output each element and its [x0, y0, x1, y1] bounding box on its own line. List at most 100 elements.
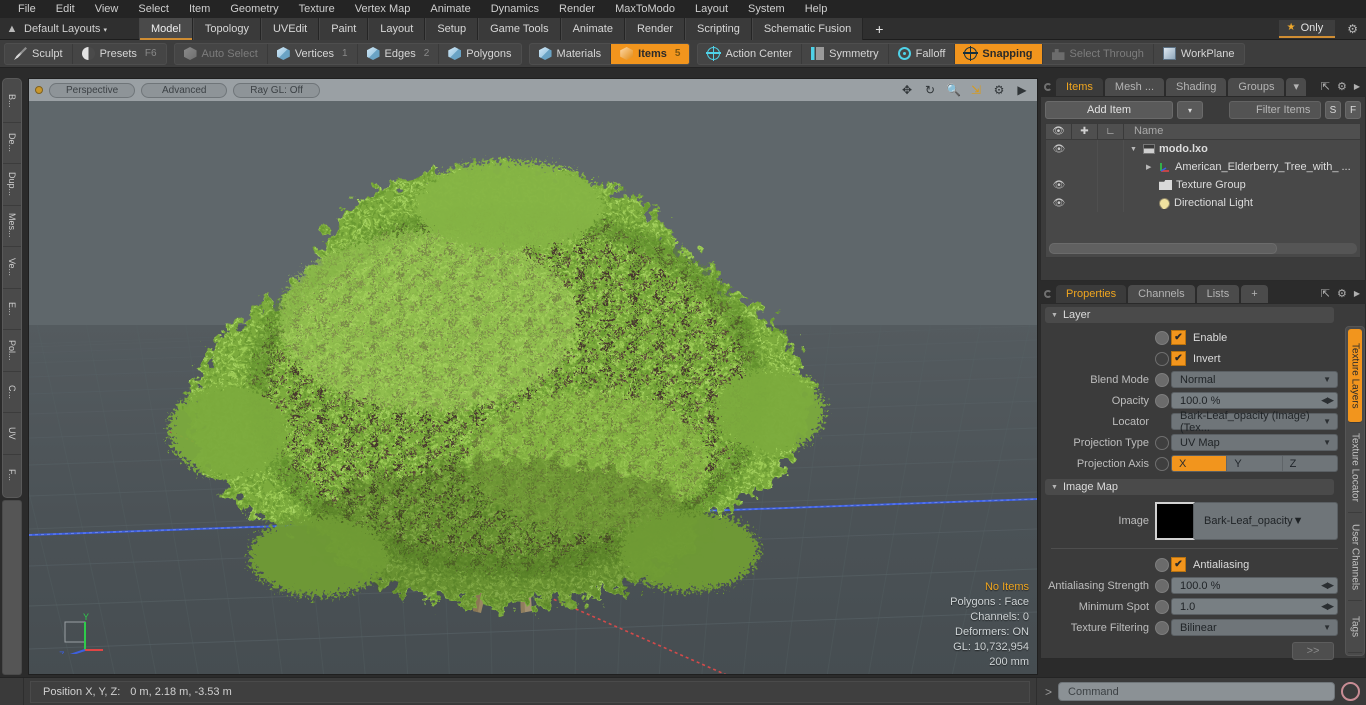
viewport-shading-dropdown[interactable]: Advanced: [141, 82, 228, 98]
item-name-cell[interactable]: Directional Light: [1124, 197, 1360, 209]
left-rail-tab[interactable]: F...: [3, 455, 21, 496]
locator-column-icon[interactable]: ✚: [1072, 123, 1098, 140]
item-row[interactable]: 👁 Texture Group: [1046, 176, 1360, 194]
projection-axis-z[interactable]: Z: [1283, 456, 1337, 471]
projection-type-knob[interactable]: [1155, 435, 1169, 450]
viewport-raygl-dropdown[interactable]: Ray GL: Off: [233, 82, 320, 98]
menu-item-animate[interactable]: Animate: [420, 0, 480, 18]
only-toggle-button[interactable]: ★ Only: [1278, 19, 1336, 38]
chevron-right-icon[interactable]: ▶: [1354, 82, 1360, 91]
3d-viewport[interactable]: Perspective Advanced Ray GL: Off ✥ ↻ 🔍 ⇲…: [28, 78, 1038, 675]
antialiasing-knob[interactable]: [1155, 557, 1169, 572]
left-rail-tab[interactable]: E...: [3, 289, 21, 330]
tab-channels[interactable]: Channels: [1128, 285, 1195, 303]
texture-rail-tab-texture-layers[interactable]: Texture Layers: [1348, 329, 1362, 423]
gear-icon[interactable]: ⚙: [1337, 287, 1347, 300]
blend-mode-dropdown[interactable]: Normal ▼: [1171, 371, 1338, 388]
image-map-section-header[interactable]: ▼ Image Map: [1045, 479, 1334, 495]
locator-cell[interactable]: [1072, 176, 1098, 194]
toolbar-button-select-through[interactable]: Select Through: [1043, 43, 1154, 64]
items-f-button[interactable]: F: [1345, 101, 1361, 119]
layout-tab-scripting[interactable]: Scripting: [685, 17, 752, 40]
command-input[interactable]: Command: [1058, 682, 1335, 701]
axis-column-icon[interactable]: ∟: [1098, 123, 1124, 140]
minimum-spot-knob[interactable]: [1155, 599, 1169, 614]
layout-tab-animate[interactable]: Animate: [560, 17, 625, 40]
antialiasing-strength-input[interactable]: 100.0 % ◀▶: [1171, 577, 1338, 594]
axis-cell[interactable]: [1098, 194, 1124, 212]
panel-menu-icon[interactable]: [1044, 290, 1052, 298]
items-tab-overflow[interactable]: ▾: [1286, 78, 1307, 96]
add-item-button[interactable]: Add Item: [1045, 101, 1173, 119]
item-name-cell[interactable]: Texture Group: [1124, 179, 1360, 191]
texture-filtering-knob[interactable]: [1155, 620, 1169, 635]
layout-tab-game-tools[interactable]: Game Tools: [478, 17, 561, 40]
item-name-cell[interactable]: ▶ American_Elderberry_Tree_with_ ...: [1124, 161, 1360, 173]
locator-cell[interactable]: [1072, 158, 1098, 176]
add-item-dropdown[interactable]: ▾: [1177, 101, 1203, 119]
fit-icon[interactable]: ⇲: [969, 83, 983, 97]
item-row[interactable]: 👁 ▼ modo.lxo: [1046, 140, 1360, 158]
items-s-button[interactable]: S: [1325, 101, 1341, 119]
layout-tab-layout[interactable]: Layout: [368, 17, 426, 40]
opacity-knob[interactable]: [1155, 393, 1169, 408]
expand-icon[interactable]: ⇱: [1321, 287, 1330, 300]
expand-icon[interactable]: ⇱: [1321, 80, 1330, 93]
item-row[interactable]: 👁 Directional Light: [1046, 194, 1360, 212]
left-rail-tab[interactable]: Dup...: [3, 164, 21, 206]
tab-mesh[interactable]: Mesh ...: [1104, 78, 1165, 96]
projection-axis-y[interactable]: Y: [1227, 456, 1283, 471]
eye-icon[interactable]: 👁: [1046, 198, 1072, 209]
invert-knob[interactable]: [1155, 351, 1169, 366]
locator-cell[interactable]: [1072, 140, 1098, 158]
texture-rail-tab-user-channels[interactable]: User Channels: [1348, 513, 1362, 602]
item-row[interactable]: ▶ American_Elderberry_Tree_with_ ...: [1046, 158, 1360, 176]
menu-item-dynamics[interactable]: Dynamics: [481, 0, 549, 18]
projection-axis-x[interactable]: X: [1172, 456, 1228, 471]
axis-cell[interactable]: [1098, 140, 1124, 158]
menu-item-render[interactable]: Render: [549, 0, 605, 18]
enable-checkbox[interactable]: ✔: [1171, 330, 1186, 345]
left-rail-tab[interactable]: C...: [3, 372, 21, 413]
move-icon[interactable]: ✥: [900, 83, 914, 97]
texture-rail-tab-texture-locator[interactable]: Texture Locator: [1348, 423, 1362, 514]
gear-icon[interactable]: ⚙: [992, 83, 1006, 97]
spinner-icon[interactable]: ◀▶: [1321, 395, 1334, 406]
viewport-canvas[interactable]: Y X Z No Items Polygons : Face Channels:…: [29, 101, 1037, 674]
blend-mode-knob[interactable]: [1155, 372, 1169, 387]
layer-section-header[interactable]: ▼ Layer: [1045, 307, 1334, 323]
add-layout-tab-button[interactable]: +: [863, 18, 895, 40]
layout-tab-setup[interactable]: Setup: [425, 17, 479, 40]
layout-tab-schematic-fusion[interactable]: Schematic Fusion: [751, 17, 864, 40]
viewport-projection-dropdown[interactable]: Perspective: [49, 82, 136, 98]
record-icon[interactable]: [1341, 682, 1360, 701]
antialiasing-checkbox[interactable]: ✔: [1171, 557, 1186, 572]
toolbar-button-edges[interactable]: Edges 2: [358, 43, 440, 64]
tab-properties[interactable]: Properties: [1056, 285, 1127, 303]
menu-item-texture[interactable]: Texture: [289, 0, 345, 18]
chevron-down-icon[interactable]: ▼: [1130, 146, 1139, 153]
toolbar-button-items[interactable]: Items 5: [611, 43, 690, 64]
menu-item-maxtomodo[interactable]: MaxToModo: [605, 0, 685, 18]
layout-tab-topology[interactable]: Topology: [192, 17, 261, 40]
texture-filtering-dropdown[interactable]: Bilinear ▼: [1171, 619, 1338, 636]
toolbar-button-sculpt[interactable]: Sculpt: [5, 43, 73, 64]
filter-items-input[interactable]: Filter Items: [1229, 101, 1321, 119]
tab-shading[interactable]: Shading: [1166, 78, 1227, 96]
spinner-icon[interactable]: ◀▶: [1321, 601, 1334, 612]
left-rail-tab[interactable]: Pol...: [3, 330, 21, 372]
toolbar-button-workplane[interactable]: WorkPlane: [1154, 44, 1244, 64]
axis-cell[interactable]: [1098, 176, 1124, 194]
tab-groups[interactable]: Groups: [1228, 78, 1285, 96]
menu-item-layout[interactable]: Layout: [685, 0, 738, 18]
minimum-spot-input[interactable]: 1.0 ◀▶: [1171, 598, 1338, 615]
toolbar-button-action-center[interactable]: Action Center: [698, 43, 803, 64]
menu-item-edit[interactable]: Edit: [46, 0, 85, 18]
toolbar-button-polygons[interactable]: Polygons: [439, 44, 520, 64]
chevron-right-icon[interactable]: ▶: [1354, 289, 1360, 298]
menu-item-item[interactable]: Item: [179, 0, 220, 18]
items-horizontal-scrollbar[interactable]: [1049, 243, 1357, 254]
left-rail-tab[interactable]: Ve...: [3, 247, 21, 289]
projection-axis-knob[interactable]: [1155, 456, 1169, 471]
opacity-input[interactable]: 100.0 % ◀▶: [1171, 392, 1338, 409]
